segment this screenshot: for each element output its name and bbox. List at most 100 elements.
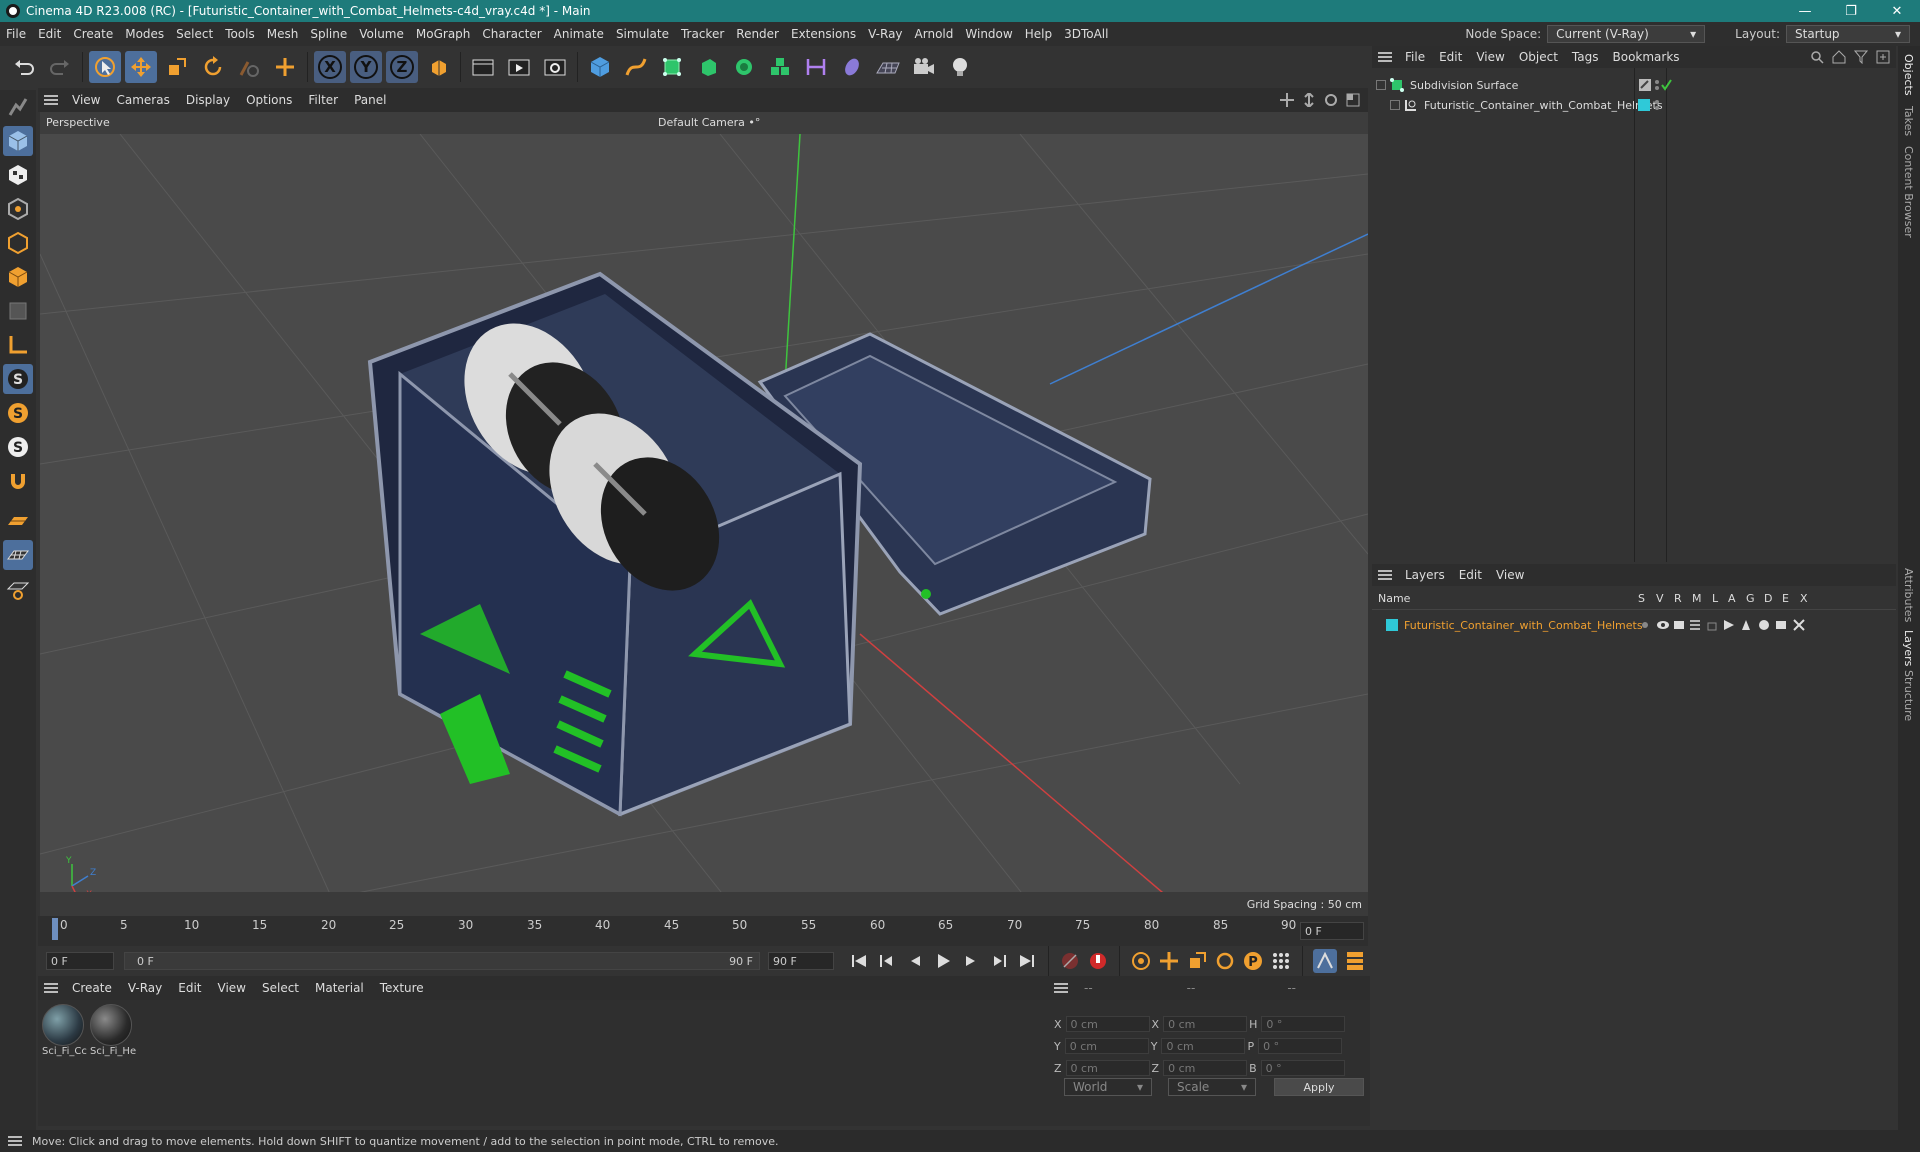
layer-menu-layers[interactable]: Layers xyxy=(1398,568,1452,582)
position-x-field[interactable]: 0 cm xyxy=(1065,1016,1150,1032)
apply-button[interactable]: Apply xyxy=(1274,1078,1364,1096)
hamburger-menu-icon[interactable] xyxy=(1378,52,1392,62)
motion-system-icon[interactable] xyxy=(1313,949,1337,973)
minimize-button[interactable]: — xyxy=(1782,0,1828,22)
material-menu-material[interactable]: Material xyxy=(307,981,372,995)
mograph-cloner-button[interactable] xyxy=(728,51,760,83)
pan-view-icon[interactable] xyxy=(1280,93,1294,107)
object-row-container[interactable]: Futuristic_Container_with_Combat_Helmets xyxy=(1390,96,1663,114)
menu-animate[interactable]: Animate xyxy=(548,27,610,41)
layer-toggle-icons[interactable] xyxy=(1638,618,1834,632)
zoom-view-icon[interactable] xyxy=(1302,93,1316,107)
planar-workplane-button[interactable] xyxy=(3,574,33,604)
search-icon[interactable] xyxy=(1810,50,1824,64)
viewport-menu-panel[interactable]: Panel xyxy=(346,93,394,107)
node-space-dropdown[interactable]: Current (V-Ray) ▾ xyxy=(1547,25,1706,43)
timeline-window-icon[interactable] xyxy=(1343,949,1367,973)
tab-layers[interactable]: Layers xyxy=(1902,630,1915,666)
layer-row[interactable]: Futuristic_Container_with_Combat_Helmets xyxy=(1386,616,1886,634)
menu-select[interactable]: Select xyxy=(170,27,219,41)
go-to-start-icon[interactable] xyxy=(848,950,870,972)
layer-color-swatch[interactable] xyxy=(1386,619,1398,631)
hamburger-menu-icon[interactable] xyxy=(44,983,58,993)
tab-attributes[interactable]: Attributes xyxy=(1902,568,1915,622)
object-menu-file[interactable]: File xyxy=(1398,50,1432,64)
hamburger-menu-icon[interactable] xyxy=(8,1136,22,1146)
menu-edit[interactable]: Edit xyxy=(32,27,67,41)
menu-tracker[interactable]: Tracker xyxy=(675,27,730,41)
key-parameter-icon[interactable]: P xyxy=(1242,950,1264,972)
material-menu-vray[interactable]: V-Ray xyxy=(120,981,170,995)
camera-button[interactable] xyxy=(908,51,940,83)
hamburger-menu-icon[interactable] xyxy=(1054,983,1068,993)
redo-button[interactable] xyxy=(44,51,76,83)
uv-mode-button[interactable] xyxy=(3,296,33,326)
hamburger-menu-icon[interactable] xyxy=(44,95,58,105)
keyframe-selection-icon[interactable] xyxy=(1130,950,1152,972)
subdivision-generator-button[interactable] xyxy=(656,51,688,83)
timeline-ruler[interactable]: 0 5 10 15 20 25 30 35 40 45 50 55 60 65 … xyxy=(38,916,1368,946)
rotate-view-icon[interactable] xyxy=(1324,93,1338,107)
menu-render[interactable]: Render xyxy=(730,27,785,41)
object-menu-tags[interactable]: Tags xyxy=(1565,50,1606,64)
polygons-mode-button[interactable] xyxy=(3,262,33,292)
visibility-dots-icon[interactable] xyxy=(1654,98,1662,112)
play-icon[interactable] xyxy=(932,950,954,972)
create-object-tool-button[interactable] xyxy=(269,51,301,83)
rotate-tool-button[interactable] xyxy=(197,51,229,83)
menu-mograph[interactable]: MoGraph xyxy=(410,27,477,41)
menu-window[interactable]: Window xyxy=(959,27,1018,41)
menu-arnold[interactable]: Arnold xyxy=(909,27,960,41)
current-frame-field[interactable]: 0 F xyxy=(1300,922,1364,940)
layout-dropdown[interactable]: Startup ▾ xyxy=(1786,25,1910,43)
move-tool-button[interactable] xyxy=(125,51,157,83)
material-swatch[interactable]: Sci_Fi_Cc xyxy=(42,1004,88,1057)
object-menu-edit[interactable]: Edit xyxy=(1432,50,1469,64)
timeline-playhead[interactable] xyxy=(52,918,58,940)
menu-simulate[interactable]: Simulate xyxy=(610,27,675,41)
lock-z-axis-button[interactable]: Z xyxy=(386,51,418,83)
light-button[interactable] xyxy=(944,51,976,83)
extrude-generator-button[interactable] xyxy=(692,51,724,83)
render-view-button[interactable] xyxy=(467,51,499,83)
axis-mode-button[interactable] xyxy=(3,330,33,360)
previous-key-icon[interactable] xyxy=(876,950,898,972)
tab-content-browser[interactable]: Content Browser xyxy=(1902,146,1915,238)
size-y-field[interactable]: 0 cm xyxy=(1161,1038,1246,1054)
menu-mesh[interactable]: Mesh xyxy=(261,27,305,41)
3d-viewport[interactable]: Perspective Default Camera •° Y Z Grid S… xyxy=(40,112,1368,916)
start-frame-field[interactable]: 0 F xyxy=(46,952,114,970)
object-menu-object[interactable]: Object xyxy=(1512,50,1565,64)
key-position-icon[interactable] xyxy=(1158,950,1180,972)
menu-character[interactable]: Character xyxy=(476,27,547,41)
viewport-menu-filter[interactable]: Filter xyxy=(300,93,346,107)
lock-x-axis-button[interactable]: X xyxy=(314,51,346,83)
next-key-icon[interactable] xyxy=(988,950,1010,972)
menu-modes[interactable]: Modes xyxy=(119,27,170,41)
material-menu-view[interactable]: View xyxy=(210,981,254,995)
material-menu-select[interactable]: Select xyxy=(254,981,307,995)
object-menu-bookmarks[interactable]: Bookmarks xyxy=(1606,50,1687,64)
undo-button[interactable] xyxy=(8,51,40,83)
coordinate-space-dropdown[interactable]: World ▾ xyxy=(1064,1078,1152,1096)
material-swatch[interactable]: Sci_Fi_He xyxy=(90,1004,136,1057)
new-window-icon[interactable] xyxy=(1876,50,1890,64)
material-menu-create[interactable]: Create xyxy=(64,981,120,995)
camera-name-label[interactable]: Default Camera •° xyxy=(658,116,760,129)
recent-tool-button[interactable] xyxy=(233,51,265,83)
editor-render-toggle-icon[interactable] xyxy=(1638,78,1652,92)
go-to-end-icon[interactable] xyxy=(1016,950,1038,972)
menu-spline[interactable]: Spline xyxy=(304,27,353,41)
menu-extensions[interactable]: Extensions xyxy=(785,27,862,41)
lock-y-axis-button[interactable]: Y xyxy=(350,51,382,83)
viewport-menu-display[interactable]: Display xyxy=(178,93,238,107)
rotation-p-field[interactable]: 0 ° xyxy=(1258,1038,1343,1054)
magnet-tool-button[interactable] xyxy=(3,466,33,496)
maximize-view-icon[interactable] xyxy=(1346,93,1360,107)
deformer-button[interactable] xyxy=(764,51,796,83)
render-to-picture-viewer-button[interactable] xyxy=(503,51,535,83)
workplane-button[interactable] xyxy=(3,506,33,536)
snap-button[interactable]: S xyxy=(3,364,33,394)
model-mode-button[interactable] xyxy=(3,126,33,156)
next-frame-icon[interactable] xyxy=(960,950,982,972)
